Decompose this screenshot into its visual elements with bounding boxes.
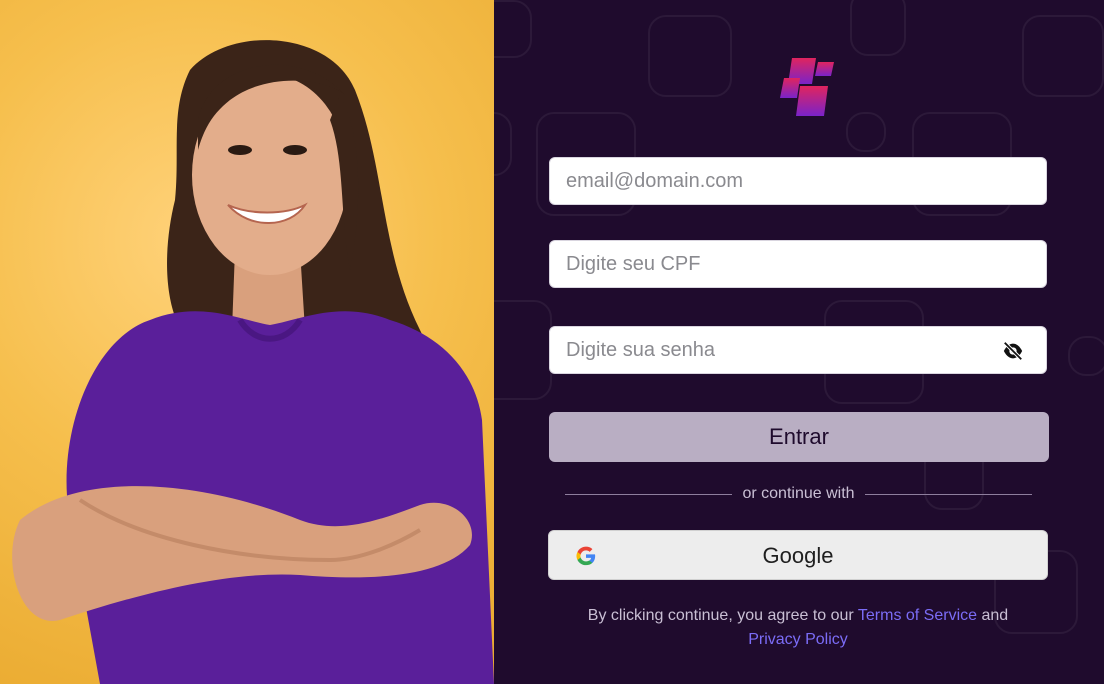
google-button-label: Google: [762, 543, 834, 568]
brand-logo-icon: [780, 58, 834, 116]
woman-portrait-image: [12, 40, 494, 684]
cpf-field[interactable]: [549, 240, 1047, 288]
email-field[interactable]: [549, 157, 1047, 205]
divider: or continue with: [565, 484, 1032, 504]
divider-text: or continue with: [742, 485, 855, 502]
terms-joiner: and: [981, 607, 1009, 624]
eye-off-icon[interactable]: [1002, 341, 1024, 361]
auth-panel: Entrar or continue with Google By clicki…: [494, 0, 1104, 684]
privacy-policy-link[interactable]: Privacy Policy: [748, 631, 848, 648]
terms-of-service-link[interactable]: Terms of Service: [858, 607, 977, 624]
password-input[interactable]: [550, 327, 1046, 373]
divider-line-right: [864, 493, 1032, 495]
login-page: Entrar or continue with Google By clicki…: [0, 0, 1104, 684]
hero-photo: [0, 0, 494, 684]
password-field[interactable]: [549, 326, 1047, 374]
submit-button[interactable]: Entrar: [549, 412, 1049, 462]
cpf-input[interactable]: [550, 241, 1046, 287]
email-input[interactable]: [550, 158, 1046, 204]
terms-notice: By clicking continue, you agree to our T…: [554, 604, 1042, 652]
divider-line-left: [565, 493, 733, 495]
terms-prefix: By clicking continue, you agree to our: [587, 607, 854, 624]
google-signin-button[interactable]: Google: [548, 530, 1048, 580]
